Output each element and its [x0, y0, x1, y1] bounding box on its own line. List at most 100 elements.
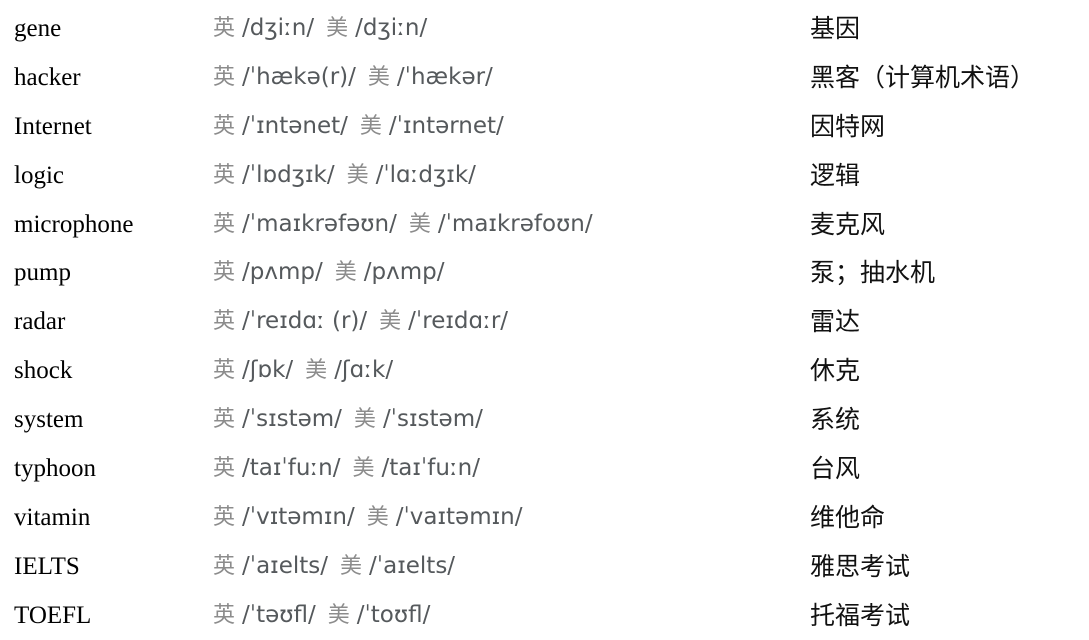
word-cell: system [14, 406, 84, 434]
uk-phonetic: /ˈtəʊfl/ [242, 601, 316, 628]
meaning-cell: 麦克风 [810, 209, 886, 239]
phonetics-cell: 英/ˈtəʊfl/美/ˈtoʊfl/ [213, 601, 800, 628]
uk-phonetic: /taɪˈfuːn/ [242, 454, 341, 481]
meaning-cell: 维他命 [810, 502, 886, 532]
uk-region-label: 英 [213, 602, 236, 628]
us-region-label: 美 [334, 260, 357, 286]
uk-phonetic: /ˈaɪelts/ [242, 552, 329, 579]
vocabulary-row: IELTS 英/ˈaɪelts/美/ˈaɪelts/雅思考试 [0, 542, 1089, 591]
uk-phonetic: /ˈhækə(r)/ [242, 63, 356, 90]
us-phonetic: /ˈsɪstəm/ [382, 406, 483, 433]
word-cell: radar [14, 308, 66, 336]
phonetics-cell: 英/taɪˈfuːn/美/taɪˈfuːn/ [213, 454, 800, 481]
vocabulary-row: microphone 英/ˈmaɪkrəfəʊn/美/ˈmaɪkrəfoʊn/麦克… [0, 200, 1089, 249]
uk-region-label: 英 [213, 504, 236, 530]
uk-region-label: 英 [213, 211, 236, 237]
uk-region-label: 英 [213, 15, 236, 41]
us-phonetic: /ˈhækər/ [396, 63, 493, 90]
us-region-label: 美 [346, 162, 369, 188]
us-region-label: 美 [353, 407, 376, 433]
word-cell: shock [14, 357, 73, 385]
us-phonetic: /ʃɑːk/ [334, 357, 394, 384]
vocabulary-list: gene 英/dʒiːn/美/dʒiːn/基因 hacker 英/ˈhækə(r)/美… [0, 0, 1089, 633]
uk-phonetic: /ˈɪntənet/ [242, 112, 348, 139]
phonetics-cell: 英/pʌmp/美/pʌmp/ [213, 261, 800, 284]
us-phonetic: /taɪˈfuːn/ [381, 454, 480, 481]
uk-region-label: 英 [213, 455, 236, 481]
word-cell: gene [14, 14, 62, 42]
vocabulary-row: system 英/ˈsɪstəm/美/ˈsɪstəm/系统 [0, 395, 1089, 444]
word-cell: logic [14, 161, 64, 189]
uk-region-label: 英 [213, 407, 236, 433]
us-phonetic: /ˈvaɪtəmɪn/ [395, 503, 523, 530]
vocabulary-row: hacker 英/ˈhækə(r)/ 美/ˈhækər/黑客（计算机术语） [0, 53, 1089, 102]
us-region-label: 美 [327, 602, 350, 628]
us-region-label: 美 [326, 15, 349, 41]
us-phonetic: /ˈmaɪkrəfoʊn/ [437, 210, 593, 237]
uk-region-label: 英 [213, 162, 236, 188]
word-cell: hacker [14, 63, 81, 91]
uk-region-label: 英 [213, 260, 236, 286]
uk-region-label: 英 [213, 113, 236, 139]
us-region-label: 美 [305, 358, 328, 384]
uk-region-label: 英 [213, 309, 236, 335]
us-phonetic: /ˈlɑːdʒɪk/ [375, 161, 476, 188]
phonetics-cell: 英/ˈlɒdʒɪk/美/ˈlɑːdʒɪk/ [213, 161, 800, 188]
meaning-cell: 托福考试 [810, 600, 911, 630]
us-region-label: 美 [367, 64, 390, 90]
vocabulary-row: logic 英/ˈlɒdʒɪk/美/ˈlɑːdʒɪk/逻辑 [0, 151, 1089, 200]
word-cell: TOEFL [14, 601, 92, 629]
meaning-cell: 因特网 [810, 111, 886, 141]
vocabulary-row: pump 英/pʌmp/美/pʌmp/泵；抽水机 [0, 248, 1089, 297]
vocabulary-row: vitamin 英/ˈvɪtəmɪn/美/ˈvaɪtəmɪn/维他命 [0, 493, 1089, 542]
meaning-cell: 休克 [810, 356, 861, 386]
uk-phonetic: /dʒiːn/ [242, 14, 315, 41]
us-phonetic: /ˈaɪelts/ [369, 552, 456, 579]
meaning-cell: 台风 [810, 453, 861, 483]
us-phonetic: /dʒiːn/ [355, 14, 428, 41]
phonetics-cell: 英/ˈsɪstəm/美/ˈsɪstəm/ [213, 408, 800, 431]
word-cell: typhoon [14, 454, 96, 482]
us-phonetic: /ˈɪntərnet/ [388, 112, 504, 139]
us-phonetic: /ˈtoʊfl/ [356, 601, 431, 628]
phonetics-cell: 英/ˈreɪdɑː (r)/ 美/ˈreɪdɑːr/ [213, 310, 800, 333]
us-phonetic: /ˈreɪdɑːr/ [408, 308, 509, 335]
phonetics-cell: 英/ˈvɪtəmɪn/美/ˈvaɪtəmɪn/ [213, 503, 800, 530]
meaning-cell: 泵；抽水机 [810, 258, 936, 288]
us-region-label: 美 [379, 309, 402, 335]
meaning-cell: 基因 [810, 13, 861, 43]
us-region-label: 美 [359, 113, 382, 139]
phonetics-cell: 英/ˈhækə(r)/ 美/ˈhækər/ [213, 63, 800, 90]
phonetics-cell: 英/ˈmaɪkrəfəʊn/美/ˈmaɪkrəfoʊn/ [213, 210, 800, 237]
us-phonetic: /pʌmp/ [363, 259, 445, 286]
uk-phonetic: /ʃɒk/ [242, 357, 294, 384]
us-region-label: 美 [408, 211, 431, 237]
uk-phonetic: /ˈsɪstəm/ [242, 406, 342, 433]
vocabulary-row: typhoon 英/taɪˈfuːn/美/taɪˈfuːn/台风 [0, 444, 1089, 493]
word-cell: Internet [14, 112, 92, 140]
vocabulary-row: TOEFL 英/ˈtəʊfl/美/ˈtoʊfl/托福考试 [0, 591, 1089, 640]
phonetics-cell: 英/ˈaɪelts/美/ˈaɪelts/ [213, 552, 800, 579]
uk-phonetic: /ˈmaɪkrəfəʊn/ [242, 210, 397, 237]
meaning-cell: 系统 [810, 405, 861, 435]
meaning-cell: 雷达 [810, 307, 861, 337]
uk-phonetic: /ˈreɪdɑː (r)/ [242, 308, 368, 335]
meaning-cell: 黑客（计算机术语） [810, 62, 1036, 92]
uk-region-label: 英 [213, 64, 236, 90]
us-region-label: 美 [352, 455, 375, 481]
vocabulary-row: gene 英/dʒiːn/美/dʒiːn/基因 [0, 4, 1089, 53]
us-region-label: 美 [340, 553, 363, 579]
phonetics-cell: 英/dʒiːn/美/dʒiːn/ [213, 14, 800, 41]
meaning-cell: 逻辑 [810, 160, 861, 190]
word-cell: microphone [14, 210, 134, 238]
uk-phonetic: /pʌmp/ [242, 259, 323, 286]
us-region-label: 美 [366, 504, 389, 530]
phonetics-cell: 英/ʃɒk/美/ʃɑːk/ [213, 359, 800, 382]
word-cell: pump [14, 259, 71, 287]
uk-region-label: 英 [213, 358, 236, 384]
phonetics-cell: 英/ˈɪntənet/美/ˈɪntərnet/ [213, 112, 800, 139]
vocabulary-row: shock 英/ʃɒk/美/ʃɑːk/休克 [0, 346, 1089, 395]
uk-region-label: 英 [213, 553, 236, 579]
meaning-cell: 雅思考试 [810, 551, 911, 581]
vocabulary-row: Internet 英/ˈɪntənet/美/ˈɪntərnet/因特网 [0, 102, 1089, 151]
